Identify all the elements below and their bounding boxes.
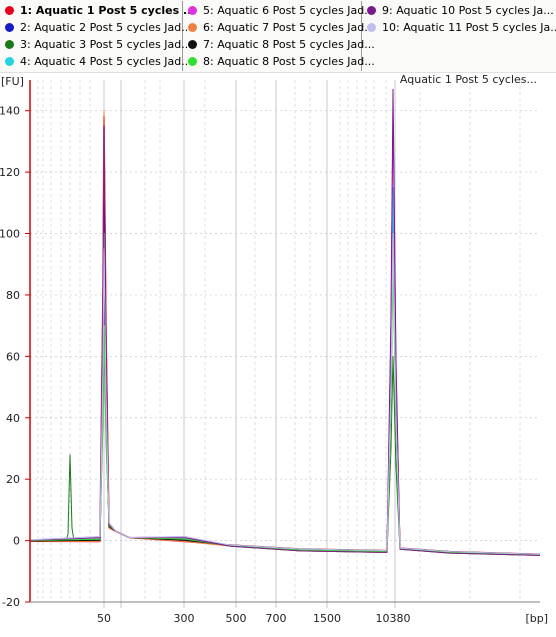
y-tick-label: 40	[6, 412, 20, 425]
legend-item-label: 7: Aquatic 8 Post 5 cycles Jad...	[203, 38, 375, 51]
legend-column-3: 9: Aquatic 10 Post 5 cycles Ja... 10: Aq…	[362, 1, 556, 71]
legend-item-8[interactable]: 8: Aquatic 8 Post 5 cycles Jad...	[183, 53, 375, 70]
legend-item-label: 9: Aquatic 10 Post 5 cycles Ja...	[382, 4, 554, 17]
electropherogram-plot[interactable]: [FU] Aquatic 1 Post 5 cycles... [bp] -20…	[0, 72, 556, 637]
x-tick-label: 500	[226, 612, 247, 625]
dot-icon	[5, 23, 14, 32]
dot-icon	[188, 40, 197, 49]
x-tick-label: 10380	[376, 612, 411, 625]
x-tick-label: 50	[97, 612, 111, 625]
legend-item-9[interactable]: 9: Aquatic 10 Post 5 cycles Ja...	[362, 2, 554, 19]
legend-item-7[interactable]: 7: Aquatic 8 Post 5 cycles Jad...	[183, 36, 375, 53]
legend-item-5[interactable]: 5: Aquatic 6 Post 5 cycles Jad...	[183, 2, 375, 19]
legend-column-2: 5: Aquatic 6 Post 5 cycles Jad... 6: Aqu…	[183, 1, 375, 71]
y-axis-label: [FU]	[1, 75, 24, 88]
y-tick-label: 100	[0, 228, 20, 241]
dot-icon	[188, 23, 197, 32]
x-tick-label: 1500	[313, 612, 341, 625]
y-tick-label: 0	[13, 535, 20, 548]
y-tick-label: -20	[2, 596, 20, 609]
x-tick-label: 700	[266, 612, 287, 625]
legend-item-label: 10: Aquatic 11 Post 5 cycles Ja...	[382, 21, 556, 34]
legend-item-6[interactable]: 6: Aquatic 7 Post 5 cycles Jad...	[183, 19, 375, 36]
legend-item-1[interactable]: 1: Aquatic 1 Post 5 cycles ...	[0, 2, 195, 19]
legend-item-label: 4: Aquatic 4 Post 5 cycles Jad...	[20, 55, 192, 68]
legend-item-label: 3: Aquatic 3 Post 5 cycles Jad...	[20, 38, 192, 51]
dot-icon	[188, 6, 197, 15]
dot-icon	[367, 6, 376, 15]
legend-item-2[interactable]: 2: Aquatic 2 Post 5 cycles Jad...	[0, 19, 192, 36]
series-traces	[29, 88, 541, 556]
legend-item-label: 5: Aquatic 6 Post 5 cycles Jad...	[203, 4, 375, 17]
y-tick-label: 60	[6, 350, 20, 363]
dot-icon	[5, 40, 14, 49]
legend-item-label: 2: Aquatic 2 Post 5 cycles Jad...	[20, 21, 192, 34]
dot-icon	[5, 57, 14, 66]
legend-item-4[interactable]: 4: Aquatic 4 Post 5 cycles Jad...	[0, 53, 192, 70]
y-tick-labels: -20 0 20 40 60 80 100 120 140	[0, 105, 30, 609]
dot-icon	[5, 6, 14, 15]
legend-item-label: 1: Aquatic 1 Post 5 cycles ...	[20, 4, 196, 17]
legend-item-label: 8: Aquatic 8 Post 5 cycles Jad...	[203, 55, 375, 68]
legend-item-label: 6: Aquatic 7 Post 5 cycles Jad...	[203, 21, 375, 34]
legend-item-10[interactable]: 10: Aquatic 11 Post 5 cycles Ja...	[362, 19, 556, 36]
x-tick-labels: 50 300 500 700 1500 10380	[97, 612, 411, 625]
y-tick-label: 80	[6, 289, 20, 302]
sample-legend: 1: Aquatic 1 Post 5 cycles ... 2: Aquati…	[0, 0, 556, 73]
dot-icon	[367, 23, 376, 32]
electropherogram-chart: [FU] Aquatic 1 Post 5 cycles... [bp] -20…	[0, 73, 548, 625]
y-tick-label: 140	[0, 105, 20, 118]
y-tick-label: 120	[0, 166, 20, 179]
chart-title: Aquatic 1 Post 5 cycles...	[400, 73, 537, 86]
dot-icon	[188, 57, 197, 66]
legend-item-3[interactable]: 3: Aquatic 3 Post 5 cycles Jad...	[0, 36, 192, 53]
legend-column-1: 1: Aquatic 1 Post 5 cycles ... 2: Aquati…	[0, 1, 195, 71]
x-axis-label: [bp]	[525, 612, 548, 625]
y-tick-label: 20	[6, 473, 20, 486]
x-tick-label: 300	[174, 612, 195, 625]
series-line	[29, 110, 541, 556]
